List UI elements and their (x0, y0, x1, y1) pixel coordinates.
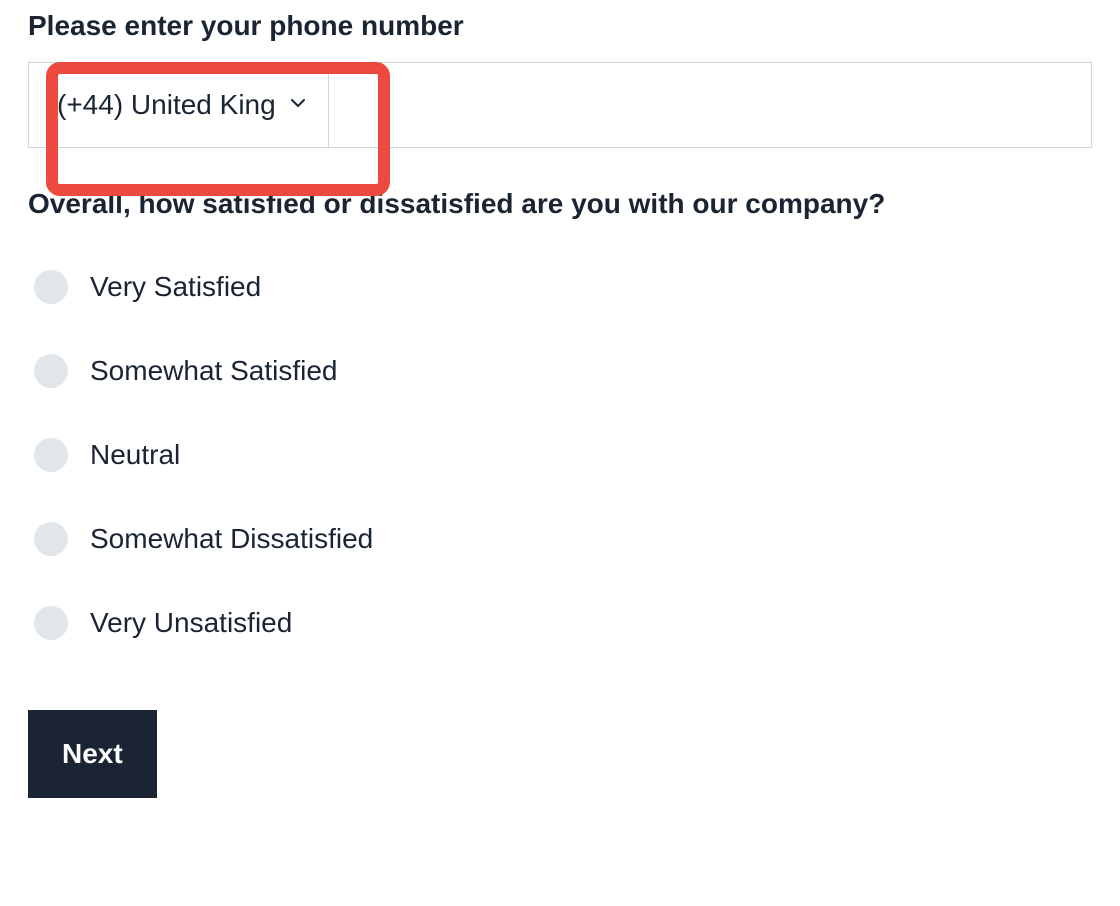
chevron-down-icon (288, 93, 308, 118)
radio-icon (34, 606, 68, 640)
radio-option-very-unsatisfied[interactable]: Very Unsatisfied (34, 606, 1092, 640)
next-button[interactable]: Next (28, 710, 157, 798)
radio-label: Somewhat Dissatisfied (90, 523, 373, 555)
country-code-select[interactable]: (+44) United King (29, 63, 329, 147)
radio-option-neutral[interactable]: Neutral (34, 438, 1092, 472)
satisfaction-question-label: Overall, how satisfied or dissatisfied a… (28, 188, 1092, 220)
radio-label: Neutral (90, 439, 180, 471)
radio-option-somewhat-dissatisfied[interactable]: Somewhat Dissatisfied (34, 522, 1092, 556)
country-code-value: (+44) United King (57, 89, 276, 121)
radio-icon (34, 522, 68, 556)
radio-label: Very Satisfied (90, 271, 261, 303)
phone-field: (+44) United King (28, 62, 1092, 148)
radio-icon (34, 270, 68, 304)
phone-question-label: Please enter your phone number (28, 10, 1092, 42)
satisfaction-radio-group: Very Satisfied Somewhat Satisfied Neutra… (28, 270, 1092, 640)
radio-option-somewhat-satisfied[interactable]: Somewhat Satisfied (34, 354, 1092, 388)
phone-number-input[interactable] (329, 63, 1091, 147)
radio-icon (34, 438, 68, 472)
radio-label: Very Unsatisfied (90, 607, 292, 639)
radio-option-very-satisfied[interactable]: Very Satisfied (34, 270, 1092, 304)
radio-icon (34, 354, 68, 388)
radio-label: Somewhat Satisfied (90, 355, 337, 387)
